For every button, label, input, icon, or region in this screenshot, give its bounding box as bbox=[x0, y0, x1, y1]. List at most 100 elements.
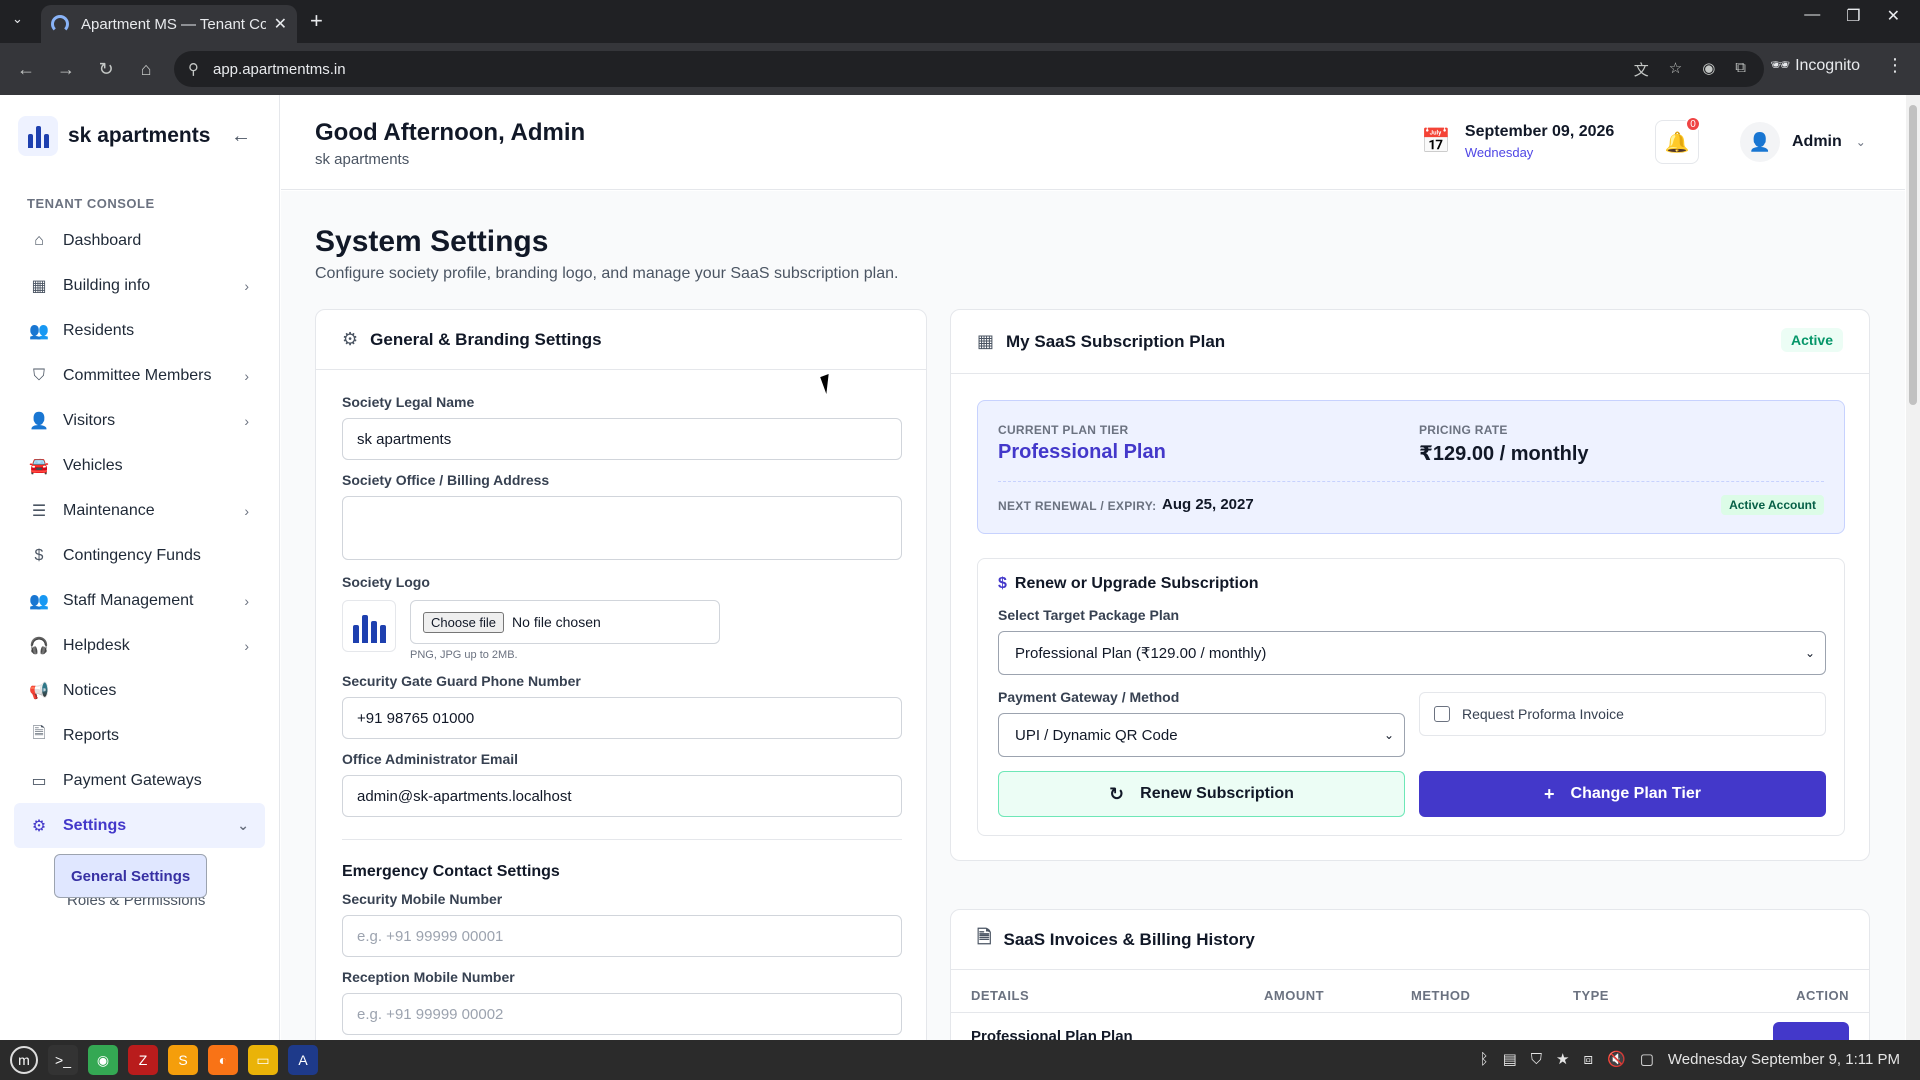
bluetooth-icon[interactable]: ᛒ bbox=[1480, 1051, 1489, 1068]
user-plus-icon: 👤 bbox=[29, 412, 49, 430]
page-subtitle: Configure society profile, branding logo… bbox=[315, 265, 899, 282]
card-icon: ▭ bbox=[31, 772, 47, 790]
change-button-label: Change Plan Tier bbox=[1570, 785, 1701, 802]
sidebar-item-vehicles[interactable]: 🚘 Vehicles bbox=[0, 443, 279, 488]
admin-email-input[interactable]: admin@sk-apartments.localhost bbox=[342, 775, 902, 817]
sidebar-item-helpdesk[interactable]: 🎧 Helpdesk › bbox=[0, 623, 279, 668]
chevron-right-icon: › bbox=[244, 592, 249, 609]
back-icon[interactable]: ← bbox=[6, 59, 46, 80]
sidebar-item-settings[interactable]: ⚙ Settings ⌄ bbox=[14, 803, 265, 848]
sidebar-item-label: Residents bbox=[63, 321, 135, 339]
notification-tray-icon[interactable]: ▢ bbox=[1640, 1050, 1654, 1068]
notifications-button[interactable]: 🔔 0 bbox=[1655, 116, 1701, 164]
bookmark-star-icon[interactable]: ☆ bbox=[1669, 59, 1682, 80]
sublime-icon[interactable]: S bbox=[168, 1045, 198, 1075]
sidebar-item-building-info[interactable]: ▦ Building info › bbox=[0, 263, 279, 308]
sidebar-subitem-general-settings[interactable]: General Settings bbox=[54, 854, 208, 898]
sidebar-item-maintenance[interactable]: ☰ Maintenance › bbox=[0, 488, 279, 533]
renew-subscription-button[interactable]: ↻ Renew Subscription bbox=[998, 771, 1405, 817]
network-icon[interactable]: ⧈ bbox=[1584, 1051, 1594, 1068]
sidebar-item-dashboard[interactable]: ⌂ Dashboard bbox=[0, 218, 279, 263]
forward-icon[interactable]: → bbox=[46, 59, 86, 80]
gear-icon: ⚙ bbox=[31, 817, 47, 835]
tab-search-icon[interactable]: ⌄ bbox=[12, 11, 23, 27]
sidebar-item-label: Maintenance bbox=[63, 501, 155, 519]
chevron-right-icon: › bbox=[244, 412, 249, 429]
sidebar-item-committee-members[interactable]: ⛉ Committee Members › bbox=[0, 353, 279, 398]
gateway-select[interactable]: UPI / Dynamic QR Code ⌄ bbox=[998, 713, 1405, 757]
sidebar-item-residents[interactable]: 👥 Residents bbox=[0, 308, 279, 353]
current-weekday: Wednesday bbox=[1464, 145, 1534, 160]
gateway-value: UPI / Dynamic QR Code bbox=[1015, 726, 1178, 744]
chrome-icon[interactable]: ◉ bbox=[88, 1045, 118, 1075]
legal-name-input[interactable]: sk apartments bbox=[342, 418, 902, 460]
page-scrollbar[interactable] bbox=[1906, 95, 1920, 1040]
greeting-society: sk apartments bbox=[315, 151, 410, 168]
translate-icon[interactable]: 文 bbox=[1634, 59, 1649, 80]
app-icon[interactable]: A bbox=[288, 1045, 318, 1075]
sidebar-item-payment-gateways[interactable]: ▭ Payment Gateways bbox=[0, 758, 279, 803]
new-tab-icon[interactable]: + bbox=[310, 8, 323, 34]
sidebar-item-notices[interactable]: 📢 Notices bbox=[0, 668, 279, 713]
files-icon[interactable]: ▭ bbox=[248, 1045, 278, 1075]
invoice-row-details: Professional Plan Plan bbox=[971, 1028, 1133, 1040]
clipboard-icon[interactable]: ▤ bbox=[1503, 1050, 1517, 1068]
invoice-action-button[interactable] bbox=[1773, 1022, 1849, 1040]
top-header: Good Afternoon, Admin sk apartments 📅 Se… bbox=[281, 95, 1905, 190]
volume-mute-icon[interactable]: 🔇 bbox=[1607, 1050, 1626, 1068]
choose-file-button[interactable]: Choose file bbox=[423, 611, 505, 633]
security-mobile-input[interactable]: e.g. +91 99999 00001 bbox=[342, 915, 902, 957]
shield-tray-icon[interactable]: ⛉ bbox=[1531, 1051, 1542, 1068]
legal-name-label: Society Legal Name bbox=[342, 394, 475, 410]
server-icon: ☰ bbox=[31, 502, 47, 520]
site-info-icon[interactable]: ⚲ bbox=[188, 60, 199, 78]
scrollbar-thumb[interactable] bbox=[1909, 105, 1917, 405]
address-textarea[interactable] bbox=[342, 496, 902, 560]
close-window-icon[interactable]: ✕ bbox=[1887, 6, 1900, 26]
reception-mobile-input[interactable]: e.g. +91 99999 00002 bbox=[342, 993, 902, 1035]
address-bar[interactable]: ⚲ app.apartmentms.in 文 ☆ ◉ ⧉ bbox=[174, 51, 1764, 87]
sidebar-item-label: Staff Management bbox=[63, 591, 194, 609]
terminal-icon[interactable]: >_ bbox=[48, 1045, 78, 1075]
home-icon: ⌂ bbox=[34, 231, 44, 249]
logo-file-input[interactable]: Choose file No file chosen bbox=[410, 600, 720, 644]
guard-phone-label: Security Gate Guard Phone Number bbox=[342, 673, 581, 689]
start-menu-icon[interactable]: m bbox=[10, 1046, 38, 1074]
user-menu[interactable]: 👤 Admin ⌄ bbox=[1740, 122, 1866, 162]
browser-menu-icon[interactable]: ⋮ bbox=[1886, 55, 1904, 76]
browser-tab[interactable]: Apartment MS — Tenant Co ✕ bbox=[41, 5, 297, 43]
extensions-icon[interactable]: ⧉ bbox=[1735, 59, 1746, 80]
sidebar-item-label: Reports bbox=[63, 726, 120, 744]
proforma-checkbox-row[interactable]: Request Proforma Invoice bbox=[1419, 692, 1826, 736]
sidebar-item-label: Settings bbox=[63, 816, 127, 834]
firefox-icon[interactable]: ◐ bbox=[208, 1045, 238, 1075]
sidebar-item-visitors[interactable]: 👤 Visitors › bbox=[0, 398, 279, 443]
extension-color-icon[interactable]: ◉ bbox=[1702, 59, 1715, 80]
restore-icon[interactable]: ❐ bbox=[1846, 6, 1860, 26]
change-plan-button[interactable]: + Change Plan Tier bbox=[1419, 771, 1826, 817]
chevron-right-icon: › bbox=[244, 637, 249, 654]
minimize-icon[interactable]: — bbox=[1804, 6, 1820, 26]
card-header: ▦ My SaaS Subscription Plan bbox=[951, 310, 1869, 374]
home-icon[interactable]: ⌂ bbox=[126, 59, 166, 80]
renew-button-label: Renew Subscription bbox=[1140, 785, 1294, 802]
target-plan-select[interactable]: Professional Plan (₹129.00 / monthly) ⌄ bbox=[998, 631, 1826, 675]
star-tray-icon[interactable]: ★ bbox=[1556, 1050, 1569, 1068]
guard-phone-input[interactable]: +91 98765 01000 bbox=[342, 697, 902, 739]
sidebar-item-staff-management[interactable]: 👥 Staff Management › bbox=[0, 578, 279, 623]
chevron-down-icon: ⌄ bbox=[1855, 135, 1866, 149]
incognito-indicator[interactable]: 🕶 Incognito bbox=[1770, 55, 1860, 75]
target-plan-label: Select Target Package Plan bbox=[998, 607, 1180, 623]
collapse-sidebar-icon[interactable]: ← bbox=[231, 125, 251, 148]
chevron-right-icon: › bbox=[244, 367, 249, 384]
reload-icon[interactable]: ↻ bbox=[86, 59, 126, 80]
filezilla-icon[interactable]: Z bbox=[128, 1045, 158, 1075]
sidebar-item-reports[interactable]: 🗎 Reports bbox=[0, 713, 279, 758]
taskbar-clock[interactable]: Wednesday September 9, 1:11 PM bbox=[1668, 1051, 1900, 1068]
sidebar-item-contingency-funds[interactable]: $ Contingency Funds bbox=[0, 533, 279, 578]
invoices-card: 🗎 SaaS Invoices & Billing History DETAILS… bbox=[950, 909, 1870, 1040]
chevron-down-icon: ⌄ bbox=[1383, 728, 1394, 742]
refresh-icon: ↻ bbox=[1109, 783, 1125, 804]
proforma-checkbox[interactable] bbox=[1434, 706, 1450, 722]
close-tab-icon[interactable]: ✕ bbox=[274, 14, 287, 34]
